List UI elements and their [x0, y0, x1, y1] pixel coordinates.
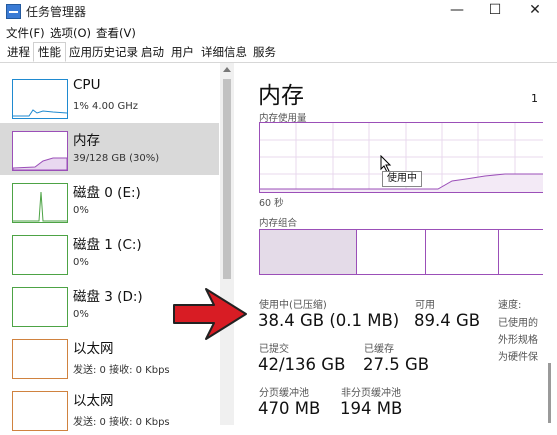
sidebar-item-title: 内存: [73, 133, 100, 149]
disk-thumbnail: [12, 183, 68, 223]
sidebar-item-cpu[interactable]: CPU 1% 4.00 GHz: [0, 71, 219, 123]
network-thumbnail: [12, 391, 68, 431]
tab-startup[interactable]: 启动: [137, 43, 168, 61]
menu-file[interactable]: 文件(F): [6, 25, 45, 41]
sidebar-item-subtitle: 0%: [73, 309, 89, 320]
available-label: 可用: [415, 300, 435, 311]
memory-total-partial: 1: [531, 92, 538, 105]
memory-composition-label: 内存组合: [259, 218, 298, 229]
committed-label: 已提交: [259, 344, 289, 355]
graph-tooltip: 使用中: [382, 171, 422, 187]
cpu-thumbnail: [12, 79, 68, 119]
sidebar-item-memory[interactable]: 内存 39/128 GB (30%): [0, 123, 219, 175]
cached-value: 27.5 GB: [363, 355, 430, 374]
committed-value: 42/136 GB: [258, 355, 346, 374]
speed-label: 速度:: [498, 300, 522, 311]
sidebar-item-subtitle: 1% 4.00 GHz: [73, 101, 139, 112]
sidebar-item-subtitle: 0%: [73, 205, 89, 216]
in-use-label: 使用中(已压缩): [259, 300, 327, 311]
task-manager-icon: [6, 4, 21, 19]
sidebar-item-disk-1[interactable]: 磁盘 1 (C:) 0%: [0, 227, 219, 279]
red-arrow-icon: [170, 285, 250, 347]
sidebar-item-disk-0[interactable]: 磁盘 0 (E:) 0%: [0, 175, 219, 227]
scroll-up-icon[interactable]: [223, 67, 231, 72]
tab-app-history[interactable]: 应用历史记录: [65, 43, 142, 61]
standby-segment: [426, 230, 499, 274]
slots-used-label: 已使用的: [498, 318, 538, 329]
tab-strip: 进程 性能 应用历史记录 启动 用户 详细信息 服务: [0, 42, 557, 63]
network-thumbnail: [12, 339, 68, 379]
title-bar: 任务管理器 — ☐ ✕: [0, 0, 557, 22]
sidebar-item-title: 磁盘 1 (C:): [73, 237, 142, 253]
sidebar-item-title: 以太网: [73, 393, 114, 409]
minimize-button[interactable]: —: [437, 0, 477, 22]
tab-details[interactable]: 详细信息: [197, 43, 251, 61]
sidebar-item-subtitle: 0%: [73, 257, 89, 268]
detail-scrollbar[interactable]: [543, 63, 557, 425]
sidebar-item-title: 磁盘 0 (E:): [73, 185, 141, 201]
memory-composition-bar: [259, 229, 552, 275]
tab-processes[interactable]: 进程: [3, 43, 34, 61]
sidebar-item-subtitle: 发送: 0 接收: 0 Kbps: [73, 417, 170, 428]
tab-services[interactable]: 服务: [249, 43, 280, 61]
scrollbar-thumb[interactable]: [223, 79, 231, 279]
modified-segment: [357, 230, 426, 274]
maximize-button[interactable]: ☐: [475, 0, 515, 22]
close-button[interactable]: ✕: [515, 0, 555, 22]
resource-list: CPU 1% 4.00 GHz 内存 39/128 GB (30%) 磁盘 0 …: [0, 63, 233, 431]
paged-pool-label: 分页缓冲池: [259, 388, 309, 399]
scrollbar-thumb[interactable]: [548, 363, 551, 423]
sidebar-item-subtitle: 发送: 0 接收: 0 Kbps: [73, 365, 170, 376]
menu-bar: 文件(F) 选项(O) 查看(V): [0, 22, 557, 42]
page-title: 内存: [258, 83, 304, 109]
nonpaged-pool-value: 194 MB: [340, 399, 403, 418]
tab-users[interactable]: 用户: [167, 43, 198, 61]
sidebar-scrollbar[interactable]: [220, 63, 234, 425]
paged-pool-value: 470 MB: [258, 399, 321, 418]
tab-performance[interactable]: 性能: [33, 42, 66, 62]
disk-thumbnail: [12, 235, 68, 275]
disk-thumbnail: [12, 287, 68, 327]
sidebar-item-title: 以太网: [73, 341, 114, 357]
time-axis-label: 60 秒: [259, 198, 284, 209]
in-use-value: 38.4 GB (0.1 MB): [258, 311, 400, 330]
window-title: 任务管理器: [26, 5, 87, 19]
hardware-reserved-label: 为硬件保: [498, 352, 538, 363]
sidebar-item-title: CPU: [73, 77, 101, 93]
menu-options[interactable]: 选项(O): [50, 25, 91, 41]
in-use-segment: [260, 230, 357, 274]
sidebar-item-subtitle: 39/128 GB (30%): [73, 153, 160, 164]
available-value: 89.4 GB: [414, 311, 481, 330]
cached-label: 已缓存: [364, 344, 394, 355]
memory-thumbnail: [12, 131, 68, 171]
menu-view[interactable]: 查看(V): [96, 25, 136, 41]
sidebar-item-title: 磁盘 3 (D:): [73, 289, 143, 305]
form-factor-label: 外形规格: [498, 335, 538, 346]
nonpaged-pool-label: 非分页缓冲池: [341, 388, 401, 399]
sidebar-item-ethernet-2[interactable]: 以太网 发送: 0 接收: 0 Kbps: [0, 383, 219, 435]
